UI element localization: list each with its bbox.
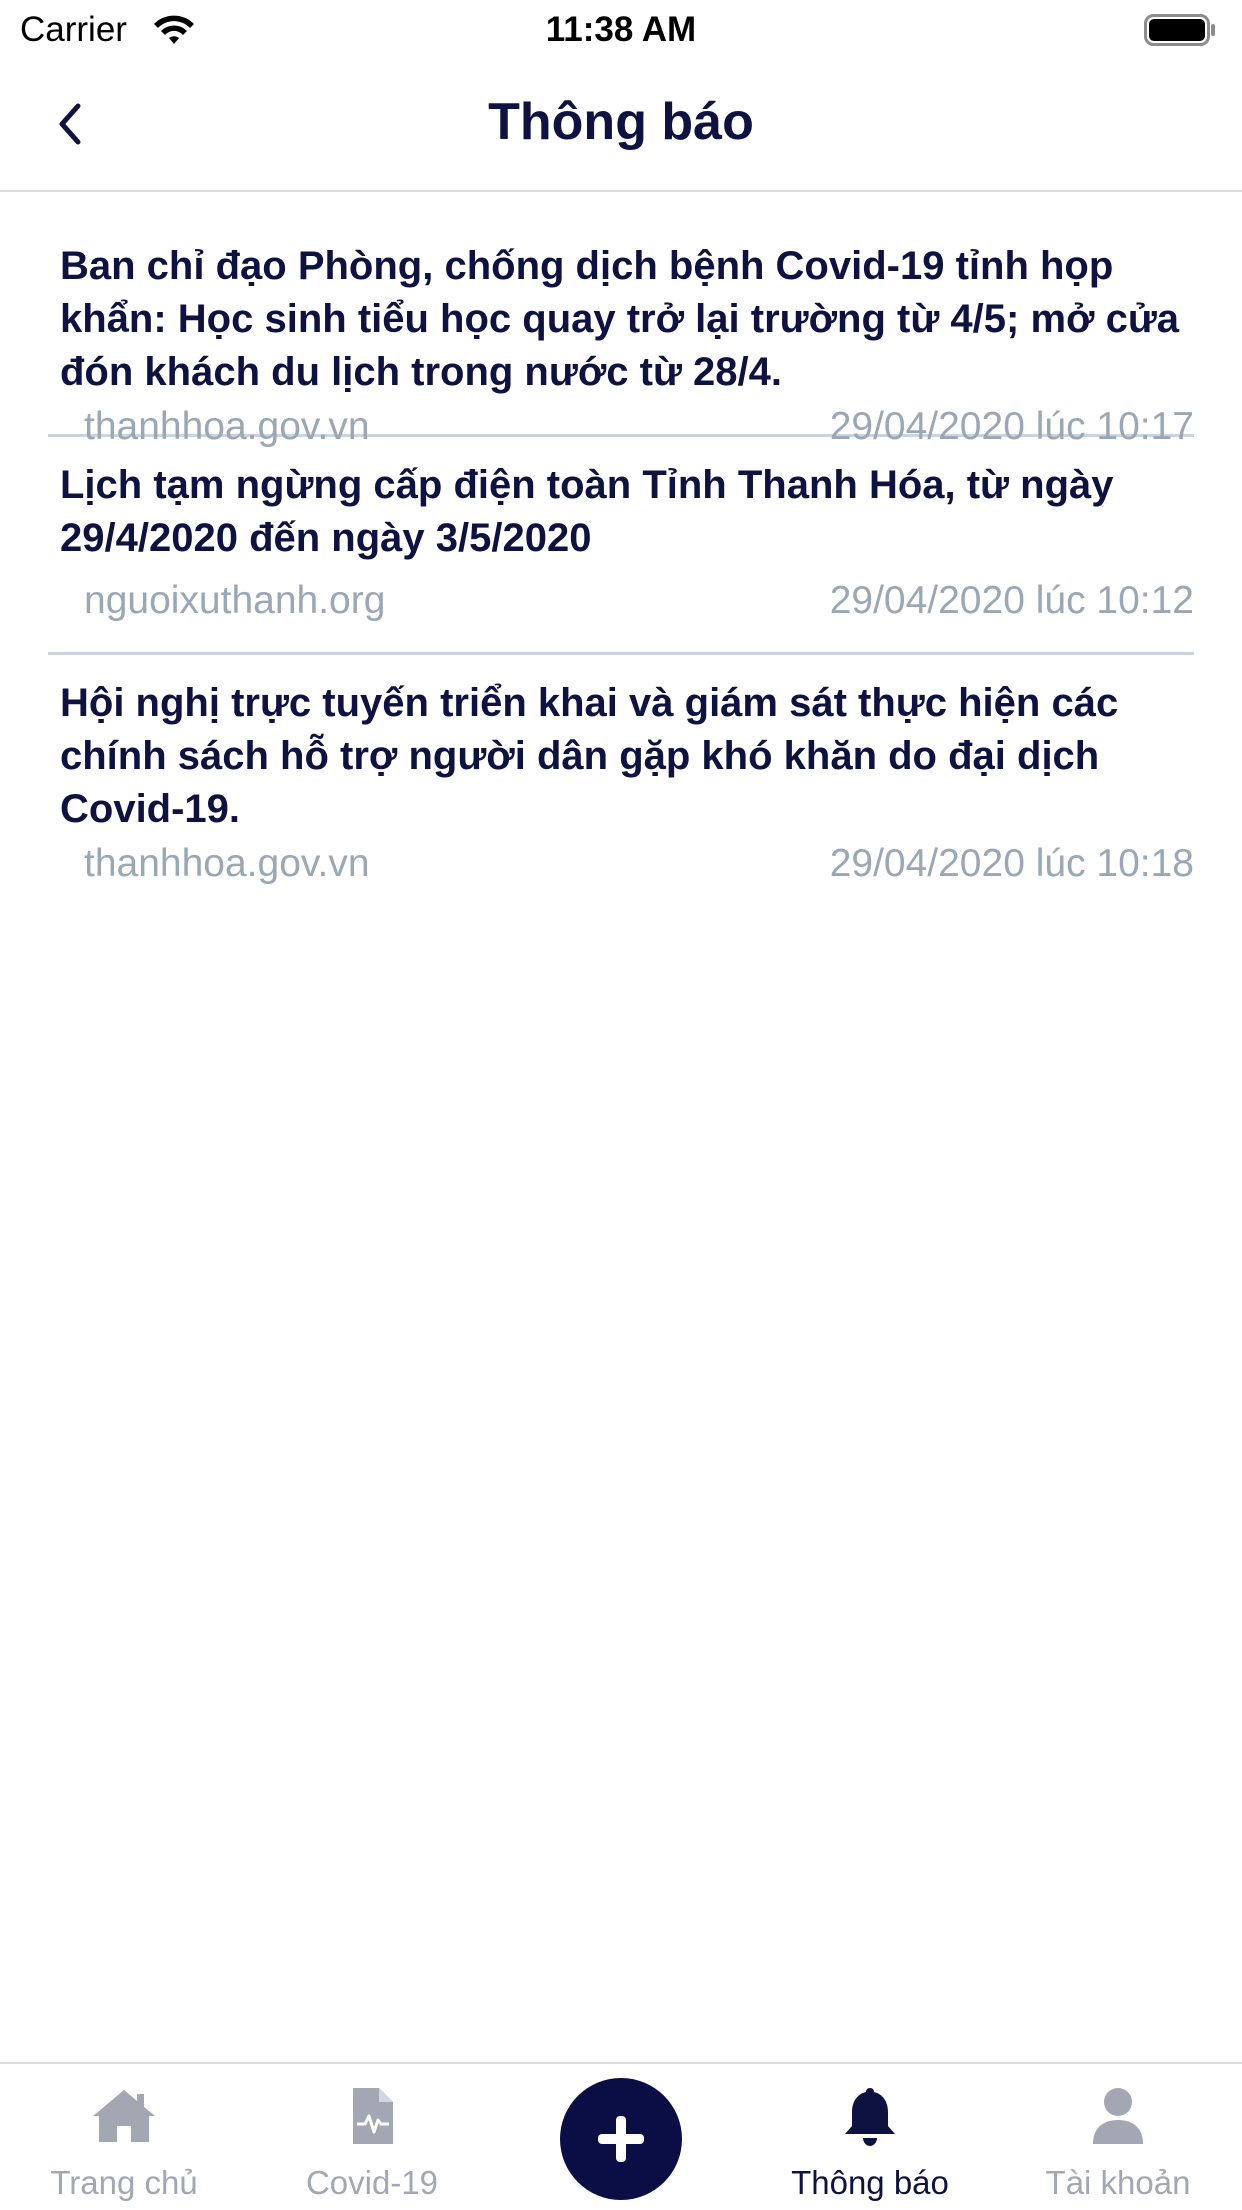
- navigation-bar: Thông báo: [0, 62, 1242, 192]
- notification-title: Hội nghị trực tuyến triển khai và giám s…: [60, 681, 1119, 831]
- user-icon: [1093, 2088, 1143, 2144]
- notification-time: 29/04/2020 lúc 10:18: [829, 842, 1194, 885]
- tab-home[interactable]: Trang chủ: [0, 2064, 248, 2210]
- status-bar: Carrier 11:38 AM: [0, 0, 1242, 62]
- tab-notifications[interactable]: Thông báo: [746, 2064, 994, 2210]
- add-button[interactable]: [560, 2078, 682, 2200]
- tab-bar: Trang chủ Covid-19 Thông báo Tài khoản: [0, 2062, 1242, 2210]
- notification-source: nguoixuthanh.org: [84, 579, 386, 622]
- notification-list: Ban chỉ đạo Phòng, chống dịch bệnh Covid…: [48, 192, 1194, 907]
- tab-account[interactable]: Tài khoản: [994, 2064, 1242, 2210]
- home-icon: [93, 2090, 155, 2142]
- clock: 11:38 AM: [545, 10, 697, 49]
- notification-source: thanhhoa.gov.vn: [84, 842, 370, 885]
- notification-title: Lịch tạm ngừng cấp điện toàn Tỉnh Thanh …: [60, 463, 1114, 560]
- notification-time: 29/04/2020 lúc 10:12: [829, 579, 1194, 622]
- tab-account-label: Tài khoản: [1045, 2164, 1191, 2201]
- notification-title: Ban chỉ đạo Phòng, chống dịch bệnh Covid…: [60, 244, 1180, 394]
- notification-item[interactable]: Lịch tạm ngừng cấp điện toàn Tỉnh Thanh …: [48, 437, 1194, 655]
- plus-icon: [598, 2116, 644, 2162]
- page-title: Thông báo: [488, 93, 754, 151]
- bell-icon: [845, 2088, 895, 2146]
- tab-notifications-label: Thông báo: [791, 2164, 949, 2201]
- battery-icon: [1144, 14, 1215, 46]
- notification-item[interactable]: Ban chỉ đạo Phòng, chống dịch bệnh Covid…: [48, 192, 1194, 448]
- notification-meta: thanhhoa.gov.vn 29/04/2020 lúc 10:18: [48, 842, 1194, 898]
- notification-meta: nguoixuthanh.org 29/04/2020 lúc 10:12: [48, 579, 1194, 635]
- medical-file-icon: [353, 2088, 393, 2144]
- tab-covid-label: Covid-19: [305, 2164, 439, 2201]
- notification-item[interactable]: Hội nghị trực tuyến triển khai và giám s…: [48, 655, 1194, 907]
- tab-home-label: Trang chủ: [50, 2164, 198, 2201]
- tab-covid[interactable]: Covid-19: [248, 2064, 496, 2210]
